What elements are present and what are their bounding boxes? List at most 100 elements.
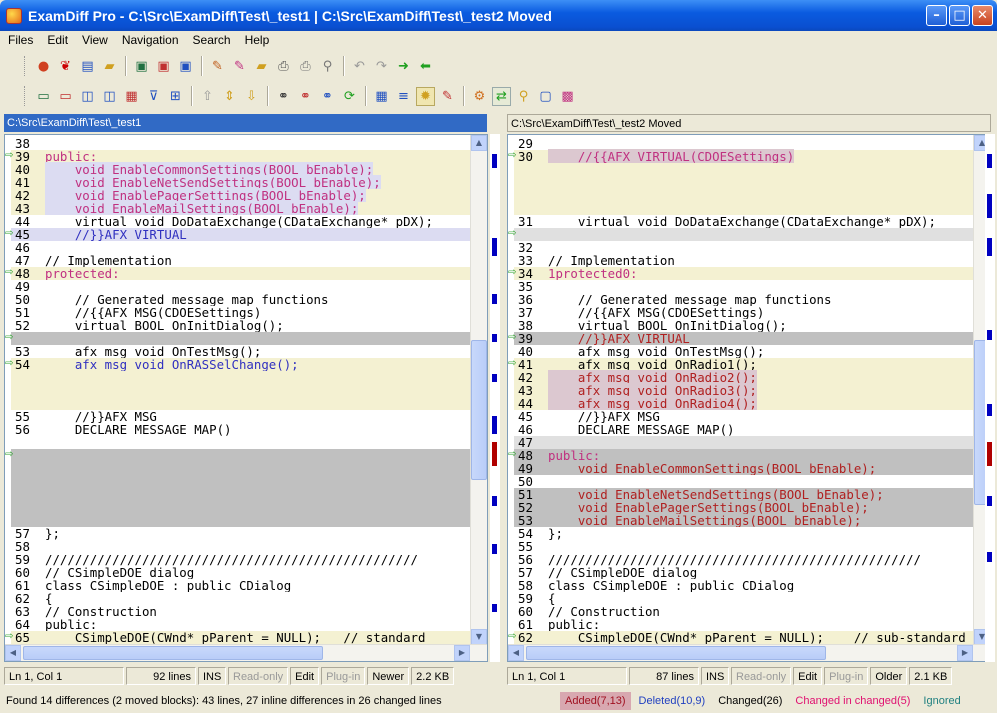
diff-arrow-icon[interactable]: ⇨ (5, 229, 17, 239)
cherries-icon[interactable]: ❦ (56, 57, 75, 76)
code-line[interactable] (11, 371, 470, 384)
save-as-icon[interactable]: ▣ (154, 57, 173, 76)
right-code-lines[interactable]: 29 30 //{{AFX_VIRTUAL(CDOESettings) 31 vir… (514, 135, 973, 645)
left-hscroll-thumb[interactable] (23, 646, 323, 660)
right-readonly-toggle[interactable]: Read-only (731, 667, 792, 685)
scroll-up-icon[interactable]: ▲ (471, 135, 487, 151)
code-line[interactable]: 65 CSimpleDOE(CWnd* pParent = NULL); // … (11, 631, 470, 644)
code-line[interactable]: 30 //{{AFX_VIRTUAL(CDOESettings) (514, 149, 973, 164)
menu-edit[interactable]: Edit (39, 33, 74, 47)
right-diff-map[interactable] (985, 134, 995, 662)
menu-view[interactable]: View (74, 33, 114, 47)
gear-icon[interactable]: ⚙ (470, 87, 489, 106)
code-line[interactable] (11, 449, 470, 462)
code-line[interactable]: 49 void EnableCommonSettings(BOOL bEnabl… (514, 462, 973, 475)
diff-arrow-icon[interactable]: ⇨ (508, 450, 520, 460)
left-edit-toggle[interactable]: Edit (290, 667, 320, 685)
filter-icon[interactable]: ⊽ (144, 87, 163, 106)
scroll-right-icon[interactable]: ▶ (454, 645, 470, 661)
print-preview-icon[interactable]: ⎙ (296, 57, 315, 76)
code-line[interactable] (11, 501, 470, 514)
left-readonly-toggle[interactable]: Read-only (228, 667, 289, 685)
refresh-icon[interactable]: ⟳ (340, 87, 359, 106)
code-line[interactable] (11, 462, 470, 475)
lines-icon[interactable]: ≡ (394, 87, 413, 106)
undo-icon[interactable]: ↶ (350, 57, 369, 76)
diff-arrow-icon[interactable]: ⇨ (508, 359, 520, 369)
right-file-pane[interactable]: 29 30 //{{AFX_VIRTUAL(CDOESettings) 31 vir… (507, 134, 991, 662)
code-line[interactable]: 46 DECLARE_MESSAGE_MAP() (514, 423, 973, 436)
redo-icon[interactable]: ↷ (372, 57, 391, 76)
code-line[interactable]: 61 class CSimpleDOE : public CDialog (11, 579, 470, 592)
diff-arrow-icon[interactable]: ⇨ (508, 333, 520, 343)
view5-icon[interactable]: ▦ (122, 87, 141, 106)
prev-arrow-icon[interactable]: ⬅ (416, 57, 435, 76)
compare-folders-icon[interactable]: ▰ (100, 57, 119, 76)
diff-arrow-icon[interactable]: ⇨ (508, 151, 520, 161)
code-line[interactable] (514, 163, 973, 176)
layout-icon[interactable]: ▦ (372, 87, 391, 106)
find-icon[interactable]: ⚭ (274, 87, 293, 106)
code-line[interactable] (11, 436, 470, 449)
left-code-lines[interactable]: 38 39 public: 40 void EnableCommonSettings(… (11, 135, 470, 645)
view1-icon[interactable]: ▭ (34, 87, 53, 106)
diff-arrow-icon[interactable]: ⇨ (5, 632, 17, 642)
code-line[interactable]: 48 protected: (11, 267, 470, 280)
close-button[interactable]: ✕ (972, 5, 993, 26)
first-diff-icon[interactable]: ⇧ (198, 87, 217, 106)
menu-files[interactable]: Files (0, 33, 39, 47)
right-hscroll-thumb[interactable] (526, 646, 826, 660)
scroll-left-icon[interactable]: ◀ (5, 645, 21, 661)
diff-arrow-icon[interactable]: ⇨ (5, 268, 17, 278)
code-line[interactable]: 53 void EnableMailSettings(BOOL bEnable)… (514, 514, 973, 527)
code-line[interactable]: 31 virtual void DoDataExchange(CDataExch… (514, 215, 973, 228)
print-icon[interactable]: ⎙ (274, 57, 293, 76)
next-diff-icon[interactable]: ⇕ (220, 87, 239, 106)
left-vertical-scrollbar[interactable]: ▲ ▼ (470, 135, 487, 645)
code-line[interactable] (11, 514, 470, 527)
menu-navigation[interactable]: Navigation (114, 33, 185, 47)
palette-icon[interactable]: ▩ (558, 87, 577, 106)
code-line[interactable]: 57}; (11, 527, 470, 540)
code-line[interactable]: 56 DECLARE_MESSAGE_MAP() (11, 423, 470, 436)
view2-icon[interactable]: ▭ (56, 87, 75, 106)
save-icon[interactable]: ▣ (132, 57, 151, 76)
code-line[interactable]: 34 1protected0: (514, 267, 973, 280)
edit-icon[interactable]: ✎ (208, 57, 227, 76)
find-prev-icon[interactable]: ⚭ (318, 87, 337, 106)
find-next-icon[interactable]: ⚭ (296, 87, 315, 106)
next-arrow-icon[interactable]: ➜ (394, 57, 413, 76)
edit2-icon[interactable]: ✎ (230, 57, 249, 76)
options-icon[interactable]: ⊞ (166, 87, 185, 106)
save-all-icon[interactable]: ▣ (176, 57, 195, 76)
diff-arrow-icon[interactable]: ⇨ (508, 229, 520, 239)
diff-arrow-icon[interactable]: ⇨ (5, 151, 17, 161)
code-line[interactable] (11, 488, 470, 501)
diff-arrow-icon[interactable]: ⇨ (5, 359, 17, 369)
code-line[interactable]: 54}; (514, 527, 973, 540)
code-line[interactable] (514, 228, 973, 241)
notes-icon[interactable]: ✎ (438, 87, 457, 106)
view4-icon[interactable]: ◫ (100, 87, 119, 106)
diff-arrow-icon[interactable]: ⇨ (508, 632, 520, 642)
diff-arrow-icon[interactable]: ⇨ (5, 333, 17, 343)
left-horizontal-scrollbar[interactable]: ◀ ▶ (5, 644, 487, 661)
open-folder-icon[interactable]: ▰ (252, 57, 271, 76)
prev-diff-icon[interactable]: ⇩ (242, 87, 261, 106)
zoom-icon[interactable]: ⚲ (514, 87, 533, 106)
left-file-pane[interactable]: 38 39 public: 40 void EnableCommonSettings(… (4, 134, 488, 662)
code-line[interactable] (514, 176, 973, 189)
code-line[interactable]: 45 //}}AFX_VIRTUAL (11, 228, 470, 241)
menu-search[interactable]: Search (185, 33, 237, 47)
left-plugin-toggle[interactable]: Plug-in (321, 667, 366, 685)
view3-icon[interactable]: ◫ (78, 87, 97, 106)
left-scroll-thumb[interactable] (471, 340, 487, 480)
comment-icon[interactable]: ▢ (536, 87, 555, 106)
right-plugin-toggle[interactable]: Plug-in (824, 667, 869, 685)
scroll-right-icon[interactable]: ▶ (957, 645, 973, 661)
print-setup-icon[interactable]: ⚲ (318, 57, 337, 76)
open-icon[interactable]: ● (34, 57, 53, 76)
sync-icon[interactable]: ⇄ (492, 86, 511, 106)
code-line[interactable] (11, 475, 470, 488)
scroll-left-icon[interactable]: ◀ (508, 645, 524, 661)
